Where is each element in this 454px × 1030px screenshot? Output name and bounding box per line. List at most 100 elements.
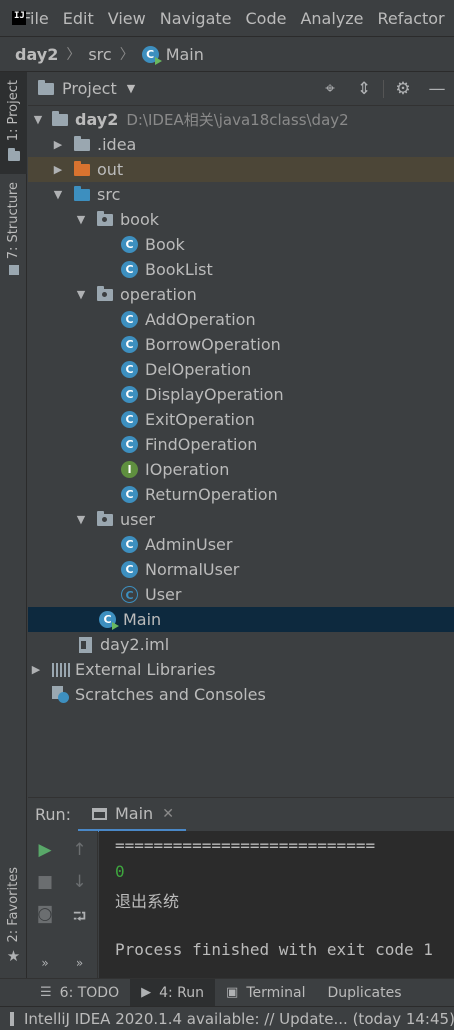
tree-node-class[interactable]: C AddOperation bbox=[28, 307, 454, 332]
tree-node-idea[interactable]: ▶ .idea bbox=[28, 132, 454, 157]
collapse-all-icon[interactable]: ⇕ bbox=[355, 80, 373, 98]
tab-terminal[interactable]: ▣ Terminal bbox=[215, 979, 316, 1007]
class-icon: C bbox=[121, 536, 138, 553]
class-icon: C bbox=[121, 386, 138, 403]
tree-node-day2[interactable]: ▼ day2 D:\IDEA相关\java18class\day2 bbox=[28, 107, 454, 132]
expanded-arrow-icon: ▼ bbox=[76, 513, 86, 526]
tab-label: Duplicates bbox=[327, 984, 402, 1001]
tree-node-external-libraries[interactable]: ▶ External Libraries bbox=[28, 657, 454, 682]
folder-icon bbox=[7, 148, 20, 162]
stop-icon[interactable]: ■ bbox=[28, 872, 62, 892]
tree-node-class[interactable]: C BookList bbox=[28, 257, 454, 282]
more-icon[interactable]: » bbox=[28, 956, 62, 970]
tree-label: .idea bbox=[97, 135, 137, 154]
breadcrumb-main[interactable]: Main bbox=[166, 45, 204, 64]
status-bar: IntelliJ IDEA 2020.1.4 available: // Upd… bbox=[0, 1006, 454, 1030]
tree-node-class[interactable]: C DisplayOperation bbox=[28, 382, 454, 407]
layout-icon[interactable] bbox=[10, 1011, 14, 1026]
tree-node-abstract-class[interactable]: C User bbox=[28, 582, 454, 607]
project-tree: ▼ day2 D:\IDEA相关\java18class\day2 ▶ .ide… bbox=[28, 107, 454, 797]
run-toolbar-secondary: ↑ ↓ ⮒ » bbox=[62, 831, 98, 978]
breadcrumb-src[interactable]: src bbox=[88, 45, 111, 64]
tree-label: User bbox=[145, 585, 182, 604]
tree-node-user[interactable]: ▼ user bbox=[28, 507, 454, 532]
tree-label: src bbox=[97, 185, 121, 204]
run-panel-header: Run: Main ✕ bbox=[28, 797, 454, 832]
tab-duplicates[interactable]: Duplicates bbox=[317, 979, 413, 1007]
tab-structure-label: 7: Structure bbox=[6, 182, 21, 260]
tree-label: Book bbox=[145, 235, 185, 254]
soft-wrap-icon[interactable]: ⮒ bbox=[62, 904, 97, 933]
left-tool-stripe: 1: Project 7: Structure 2: Favorites ★ bbox=[0, 72, 27, 978]
breadcrumb-project[interactable]: day2 bbox=[15, 45, 58, 64]
excluded-folder-icon bbox=[74, 160, 90, 176]
panel-title: Project bbox=[62, 79, 117, 98]
class-run-icon: C bbox=[141, 45, 162, 65]
tree-node-class[interactable]: C DelOperation bbox=[28, 357, 454, 382]
menu-file[interactable]: File bbox=[22, 9, 49, 28]
tab-favorites-label: 2: Favorites bbox=[6, 867, 21, 943]
class-icon: C bbox=[121, 311, 138, 328]
tree-label: day2.iml bbox=[100, 635, 170, 654]
tree-node-interface[interactable]: I IOperation bbox=[28, 457, 454, 482]
module-folder-icon bbox=[52, 110, 68, 126]
menu-view[interactable]: View bbox=[108, 9, 146, 28]
tree-node-operation[interactable]: ▼ operation bbox=[28, 282, 454, 307]
tab-todo[interactable]: ☰ 6: TODO bbox=[0, 979, 130, 1007]
tree-node-class[interactable]: C ReturnOperation bbox=[28, 482, 454, 507]
tree-path: D:\IDEA相关\java18class\day2 bbox=[126, 111, 349, 129]
tab-structure[interactable]: 7: Structure bbox=[0, 182, 27, 284]
menu-analyze[interactable]: Analyze bbox=[300, 9, 363, 28]
expanded-arrow-icon: ▼ bbox=[33, 113, 43, 126]
console-output[interactable]: =========================== 0 退出系统 Proce… bbox=[99, 831, 454, 978]
more-icon[interactable]: » bbox=[62, 956, 97, 970]
project-panel-header: Project ▼ ⌖ ⇕ ⚙ — bbox=[28, 72, 454, 106]
minimize-icon[interactable]: — bbox=[428, 80, 446, 98]
status-text[interactable]: IntelliJ IDEA 2020.1.4 available: // Upd… bbox=[24, 1010, 454, 1028]
tree-node-class[interactable]: C NormalUser bbox=[28, 557, 454, 582]
tree-node-class[interactable]: C BorrowOperation bbox=[28, 332, 454, 357]
tree-node-book[interactable]: ▼ book bbox=[28, 207, 454, 232]
menu-navigate[interactable]: Navigate bbox=[160, 9, 232, 28]
tree-node-main[interactable]: C Main bbox=[28, 607, 454, 632]
run-toolbar: ▶ ■ ◙ » bbox=[28, 831, 62, 978]
rerun-icon[interactable]: ▶ bbox=[28, 840, 62, 860]
tree-label: FindOperation bbox=[145, 435, 258, 454]
tree-label: BorrowOperation bbox=[145, 335, 281, 354]
project-view-selector[interactable]: Project ▼ bbox=[38, 79, 135, 98]
gear-icon[interactable]: ⚙ bbox=[394, 80, 412, 98]
console-line: Process finished with exit code 1 bbox=[115, 940, 433, 959]
tree-label: IOperation bbox=[145, 460, 230, 479]
run-tab-main[interactable]: Main ✕ bbox=[78, 798, 186, 832]
class-icon: C bbox=[121, 336, 138, 353]
tree-node-out[interactable]: ▶ out bbox=[28, 157, 454, 182]
menu-bar: IJ File Edit View Navigate Code Analyze … bbox=[0, 0, 454, 36]
tree-node-src[interactable]: ▼ src bbox=[28, 182, 454, 207]
menu-code[interactable]: Code bbox=[246, 9, 287, 28]
camera-icon[interactable]: ◙ bbox=[28, 904, 62, 924]
breadcrumb: day2 〉 src 〉 C Main bbox=[0, 36, 454, 72]
tab-project[interactable]: 1: Project bbox=[0, 72, 27, 174]
tree-node-class[interactable]: C ExitOperation bbox=[28, 407, 454, 432]
tree-label: user bbox=[120, 510, 155, 529]
arrow-down-icon[interactable]: ↓ bbox=[62, 872, 97, 892]
tree-node-class[interactable]: C AdminUser bbox=[28, 532, 454, 557]
tab-run[interactable]: ▶ 4: Run bbox=[130, 978, 216, 1007]
tree-node-class[interactable]: C FindOperation bbox=[28, 432, 454, 457]
list-icon: ☰ bbox=[40, 985, 52, 1000]
tab-favorites[interactable]: 2: Favorites ★ bbox=[0, 867, 27, 967]
class-icon: C bbox=[121, 561, 138, 578]
menu-refactor[interactable]: Refactor bbox=[378, 9, 445, 28]
close-icon[interactable]: ✕ bbox=[162, 806, 174, 822]
menu-edit[interactable]: Edit bbox=[63, 9, 94, 28]
arrow-up-icon[interactable]: ↑ bbox=[62, 840, 97, 860]
tree-label: DelOperation bbox=[145, 360, 252, 379]
tree-node-class[interactable]: C Book bbox=[28, 232, 454, 257]
locate-icon[interactable]: ⌖ bbox=[321, 80, 339, 98]
chevron-right-icon: 〉 bbox=[119, 47, 134, 63]
tree-node-scratches[interactable]: Scratches and Consoles bbox=[28, 682, 454, 707]
console-icon bbox=[92, 807, 107, 820]
tree-node-iml[interactable]: day2.iml bbox=[28, 632, 454, 657]
tree-label: AddOperation bbox=[145, 310, 256, 329]
tab-label: 4: Run bbox=[159, 984, 205, 1001]
